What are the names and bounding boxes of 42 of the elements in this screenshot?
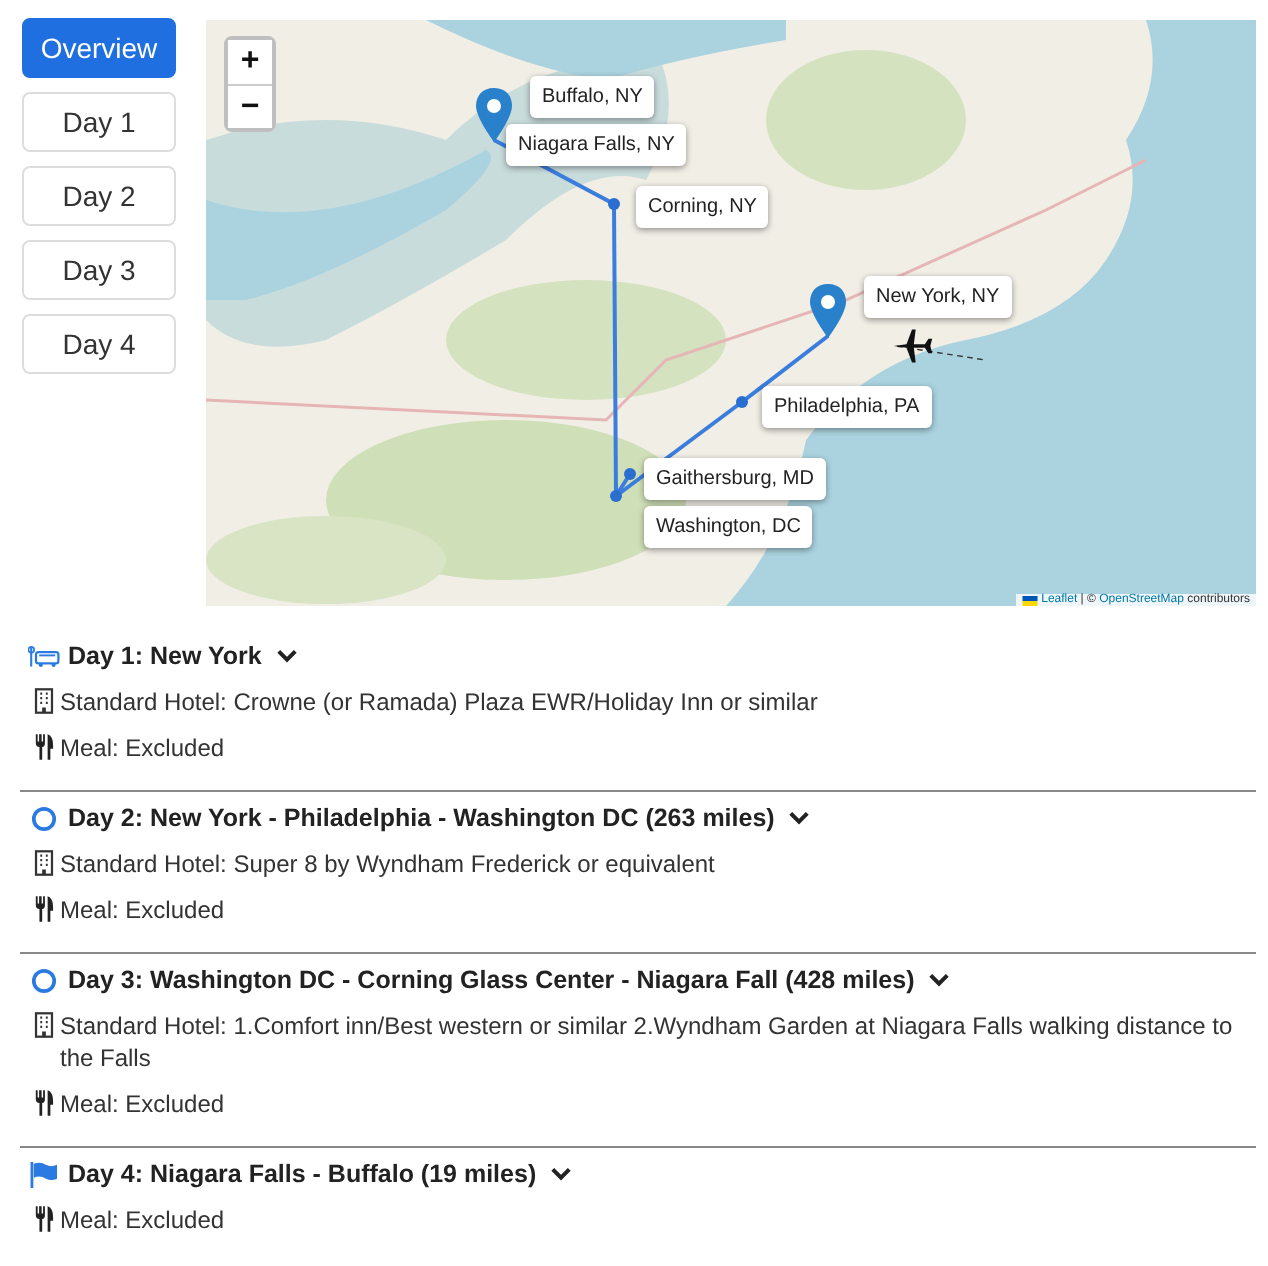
detail-text: Meal: Excluded	[60, 1204, 225, 1236]
day-title: Day 4: Niagara Falls - Buffalo (19 miles)	[68, 1160, 537, 1188]
day-tab[interactable]: Day 3	[22, 240, 176, 300]
flag-icon	[1021, 595, 1038, 605]
building-icon	[34, 850, 54, 876]
fork-knife-icon	[34, 896, 54, 922]
circle-icon	[28, 967, 60, 993]
map-pin-icon[interactable]	[476, 88, 512, 142]
location-label: Philadelphia, PA	[762, 386, 932, 428]
location-label: Buffalo, NY	[530, 76, 655, 118]
detail-text: Meal: Excluded	[60, 1088, 225, 1120]
location-label: Gaithersburg, MD	[644, 458, 826, 500]
location-label: Washington, DC	[644, 506, 813, 548]
location-label: Corning, NY	[636, 186, 769, 228]
day-title: Day 3: Washington DC - Corning Glass Center - Niagara Fall (428 miles)	[68, 966, 915, 994]
zoom-out-button[interactable]: −	[228, 84, 272, 128]
day-title: Day 1: New York	[68, 642, 262, 670]
chevron-down-icon[interactable]	[550, 1166, 573, 1182]
location-label: Niagara Falls, NY	[506, 124, 687, 166]
day-tab[interactable]: Overview	[22, 18, 176, 78]
building-icon	[34, 688, 54, 714]
bus-stop-icon	[28, 643, 60, 669]
day-title: Day 2: New York - Philadelphia - Washington DC (263 miles)	[68, 804, 775, 832]
day-tab[interactable]: Day 4	[22, 314, 176, 374]
fork-knife-icon	[34, 1206, 54, 1232]
location-label: New York, NY	[864, 276, 1012, 318]
day-tab[interactable]: Day 2	[22, 166, 176, 226]
building-icon	[34, 1012, 54, 1038]
flag-icon	[28, 1161, 60, 1187]
map-pin-icon[interactable]	[810, 284, 846, 338]
chevron-down-icon[interactable]	[788, 810, 811, 826]
fork-knife-icon	[34, 734, 54, 760]
chevron-down-icon[interactable]	[275, 648, 298, 664]
detail-text: Standard Hotel: 1.Comfort inn/Best western or similar 2.Wyndham Garden at Niagara Falls walking distance to the Falls	[60, 1010, 1235, 1074]
circle-icon	[28, 805, 60, 831]
detail-text: Meal: Excluded	[60, 732, 225, 764]
fork-knife-icon	[34, 1090, 54, 1116]
chevron-down-icon[interactable]	[928, 972, 951, 988]
detail-text: Standard Hotel: Crowne (or Ramada) Plaza EWR/Holiday Inn or similar	[60, 686, 818, 718]
detail-text: Standard Hotel: Super 8 by Wyndham Frederick or equivalent	[60, 848, 715, 880]
day-tab[interactable]: Day 1	[22, 92, 176, 152]
detail-text: Meal: Excluded	[60, 894, 225, 926]
